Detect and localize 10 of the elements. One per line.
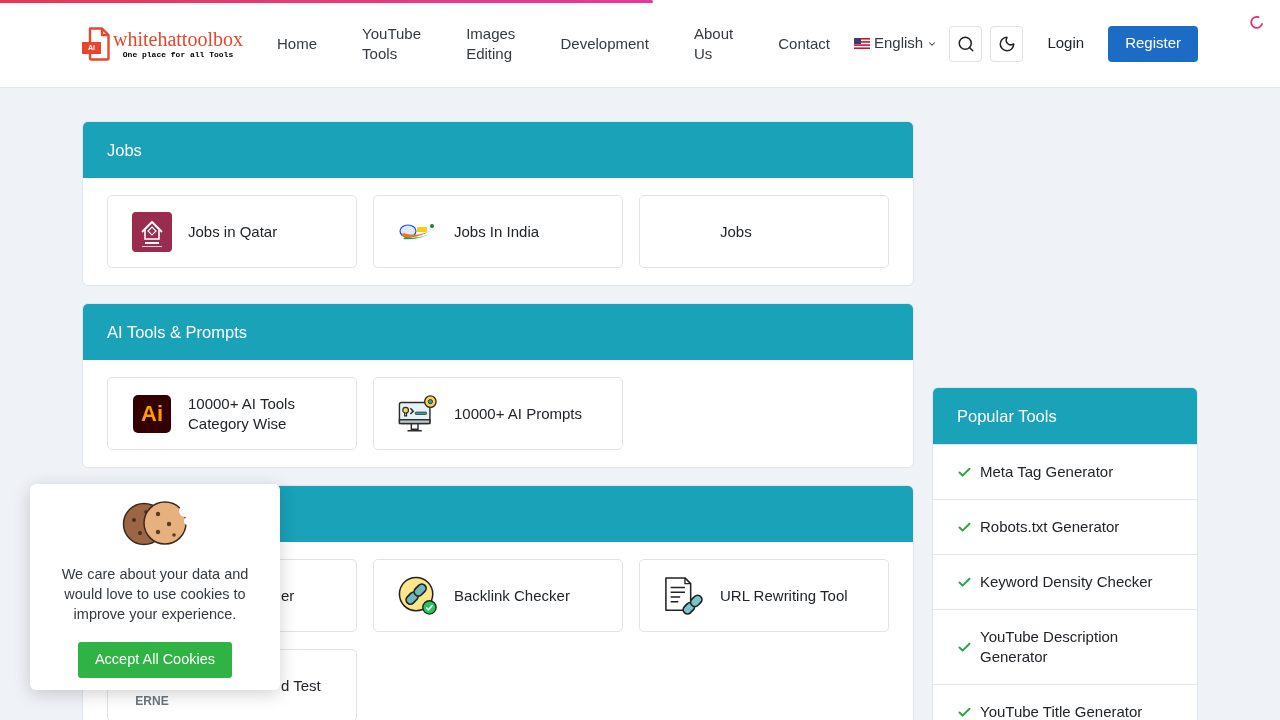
section-title: Jobs [107, 139, 142, 161]
ai-logo: Ai [133, 394, 171, 433]
sidebar-title: Popular Tools [957, 405, 1057, 427]
logo-tagline: One place for all Tools [122, 49, 234, 59]
logo-text: whitehattoolbox [113, 28, 243, 50]
cookie-message: We care about your data and would love to use cookies to improve your experience. [60, 565, 250, 624]
section-title: AI Tools & Prompts [107, 321, 247, 343]
card-title: d Test [281, 675, 321, 696]
card-title: er [281, 585, 295, 606]
logo-fragment: ERNE [135, 694, 169, 708]
